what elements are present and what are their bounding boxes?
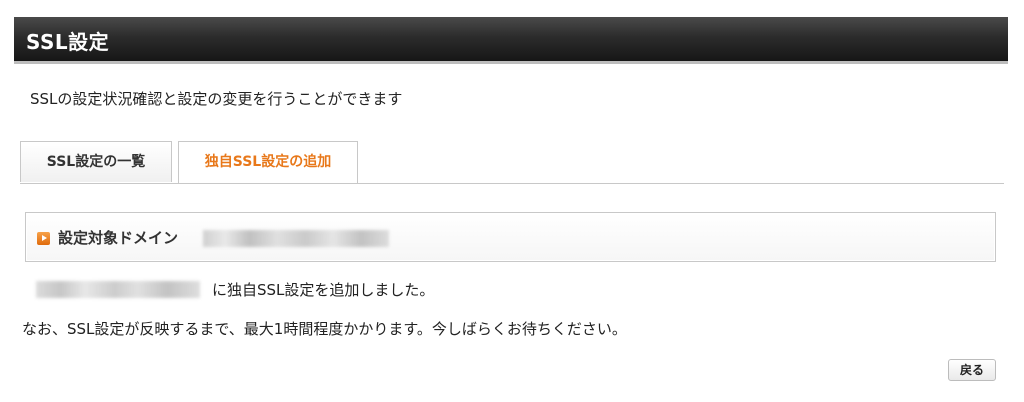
redacted-domain-name (36, 281, 200, 298)
result-message-text: に独自SSL設定を追加しました。 (212, 281, 435, 299)
page: SSL設定 SSLの設定状況確認と設定の変更を行うことができます SSL設定の一… (0, 0, 1024, 402)
tab-bar: SSL設定の一覧 独自SSL設定の追加 (20, 141, 1004, 184)
page-description: SSLの設定状況確認と設定の変更を行うことができます (30, 90, 403, 108)
target-domain-label: 設定対象ドメイン (58, 229, 179, 247)
propagation-notice: なお、SSL設定が反映するまで、最大1時間程度かかります。今しばらくお待ちくださ… (22, 320, 627, 338)
back-button[interactable]: 戻る (948, 359, 996, 381)
redacted-domain-name (203, 230, 389, 247)
tab-add-ssl[interactable]: 独自SSL設定の追加 (178, 141, 358, 183)
orange-arrow-icon (37, 232, 50, 245)
page-header: SSL設定 (14, 17, 1008, 64)
target-domain-box: 設定対象ドメイン (25, 212, 996, 262)
page-title: SSL設定 (26, 30, 110, 54)
tab-ssl-list[interactable]: SSL設定の一覧 (20, 141, 172, 182)
